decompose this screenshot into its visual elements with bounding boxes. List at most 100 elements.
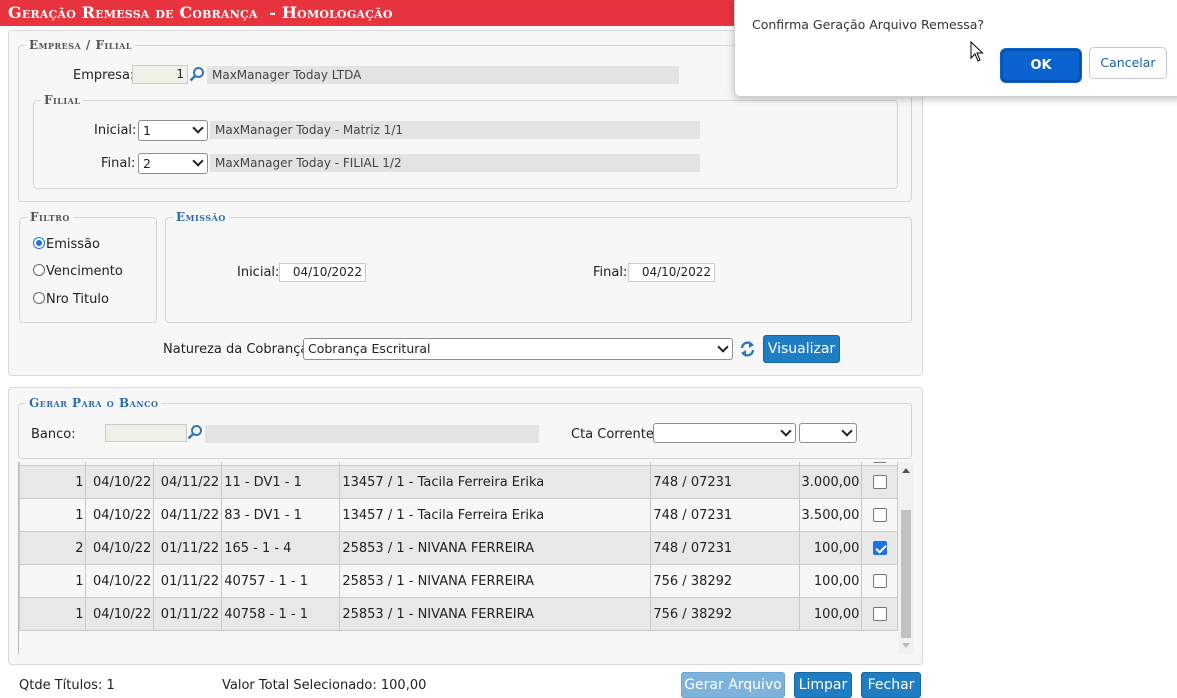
radio-emissao-label: Emissão [46, 237, 100, 252]
cell-titulo: 11 - DV1 - 1 [221, 465, 341, 499]
cell-cliente: 13457 / 1 - Tacila Ferreira Erika [339, 465, 652, 499]
cell-conta: 748 / 07231 [650, 531, 800, 565]
cell-valor: 100,00 [798, 531, 863, 565]
qtde-titulos-label: Qtde Títulos: 1 [19, 678, 115, 693]
cell-select [861, 531, 898, 565]
cell-select [861, 465, 898, 499]
scroll-up-arrow-icon[interactable] [902, 468, 910, 473]
filtro-legend: Filtro [30, 210, 70, 224]
banco-legend: Gerar Para o Banco [29, 396, 159, 410]
empresa-code-input[interactable]: 1 [132, 65, 188, 84]
ok-button[interactable]: OK [1001, 49, 1081, 82]
radio-emissao[interactable]: Emissão [33, 237, 100, 252]
cell-venc: 04/11/22 [153, 465, 223, 499]
table-row[interactable]: 2 04/10/22 01/11/22 165 - 1 - 4 25853 / 1 - … [19, 531, 898, 565]
cell-valor: 3.500,00 [798, 498, 863, 532]
mouse-pointer-icon [970, 41, 984, 62]
cell-cliente: 25853 / 1 - NIVANA FERREIRA [339, 531, 652, 565]
empresa-name-display: MaxManager Today LTDA [207, 66, 679, 84]
radio-nro-titulo-label: Nro Titulo [46, 292, 109, 307]
cell-valor: 3.000,00 [798, 465, 863, 499]
row-select-checkbox[interactable] [872, 607, 887, 621]
cell-select [861, 498, 898, 532]
natureza-select[interactable]: Cobrança Escritural [303, 338, 733, 360]
emissao-inicial-label: Inicial: [237, 265, 280, 280]
cell-qtd: 1 [19, 597, 87, 631]
filial-inicial-label: Inicial: [94, 123, 137, 138]
cell-titulo: 83 - DV1 - 1 [221, 498, 341, 532]
cell-emissao: 04/10/22 [85, 564, 155, 598]
cell-venc: 01/11/22 [153, 597, 223, 631]
table-row[interactable]: 1 04/10/22 04/11/22 11 - DV1 - 1 13457 / 1 -… [19, 465, 898, 499]
empresa-label: Empresa: [73, 68, 135, 83]
cta-corrente-select[interactable] [653, 423, 796, 443]
cell-qtd: 1 [19, 498, 87, 532]
chevron-down-icon [717, 341, 729, 353]
emissao-legend: Emissão [176, 210, 226, 224]
cell-qtd: 1 [19, 564, 87, 598]
titulos-table-body: 104/10/2204/11/2210 - DV1 - 113457 / 1 -… [19, 462, 898, 631]
table-row[interactable]: 1 04/10/22 04/11/22 83 - DV1 - 1 13457 / 1 -… [19, 498, 898, 532]
emissao-final-input[interactable]: 04/10/2022 [628, 263, 715, 282]
banco-search-icon[interactable] [187, 424, 203, 440]
limpar-button[interactable]: Limpar [794, 672, 852, 698]
empresa-search-icon[interactable] [189, 66, 205, 82]
confirm-message: Confirma Geração Arquivo Remessa? [752, 17, 985, 32]
cell-cliente: 25853 / 1 - NIVANA FERREIRA [339, 564, 652, 598]
row-select-checkbox[interactable] [872, 574, 887, 588]
filial-final-label: Final: [101, 156, 136, 171]
banco-label: Banco: [31, 427, 76, 442]
cell-conta: 756 / 38292 [650, 564, 800, 598]
cell-titulo: 40757 - 1 - 1 [221, 564, 341, 598]
radio-emissao-indicator[interactable] [33, 237, 45, 249]
titulos-grid[interactable]: 104/10/2204/11/2210 - DV1 - 113457 / 1 -… [18, 462, 898, 654]
gerar-arquivo-button[interactable]: Gerar Arquivo [681, 672, 785, 698]
cta-corrente-digit-select[interactable] [799, 423, 857, 443]
row-select-checkbox[interactable] [872, 541, 887, 555]
cell-qtd: 1 [19, 465, 87, 499]
banco-code-input[interactable] [105, 424, 187, 442]
chevron-down-icon [192, 155, 204, 167]
scroll-thumb[interactable] [901, 510, 911, 638]
filial-inicial-value: 1 [143, 123, 151, 138]
radio-vencimento-label: Vencimento [46, 264, 123, 279]
table-row[interactable]: 1 04/10/22 01/11/22 40758 - 1 - 1 25853 / 1 … [19, 597, 898, 631]
cell-titulo: 165 - 1 - 4 [221, 531, 341, 565]
cell-cliente: 25853 / 1 - NIVANA FERREIRA [339, 597, 652, 631]
banco-name-display [205, 425, 539, 443]
emissao-inicial-input[interactable]: 04/10/2022 [279, 263, 366, 282]
filial-inicial-select[interactable]: 1 [138, 120, 208, 141]
cancel-button[interactable]: Cancelar [1089, 47, 1167, 79]
refresh-icon[interactable] [739, 339, 756, 359]
titulos-table: 104/10/2204/11/2210 - DV1 - 113457 / 1 -… [19, 462, 898, 631]
cell-emissao: 04/10/22 [85, 597, 155, 631]
cell-titulo: 40758 - 1 - 1 [221, 597, 341, 631]
radio-vencimento-indicator[interactable] [33, 264, 45, 276]
cell-select [861, 564, 898, 598]
scroll-down-arrow-icon[interactable] [902, 643, 910, 648]
table-row[interactable]: 1 04/10/22 01/11/22 40757 - 1 - 1 25853 / 1 … [19, 564, 898, 598]
cell-select [861, 597, 898, 631]
visualizar-button[interactable]: Visualizar [763, 335, 840, 363]
page-title: Geração Remessa de Cobrança - Homologaçã… [8, 3, 393, 22]
chevron-down-icon [192, 122, 204, 134]
row-select-checkbox[interactable] [872, 462, 887, 463]
row-select-checkbox[interactable] [872, 508, 887, 522]
radio-vencimento[interactable]: Vencimento [33, 264, 123, 279]
valor-total-label: Valor Total Selecionado: 100,00 [222, 678, 427, 693]
row-select-checkbox[interactable] [872, 475, 887, 489]
radio-nro-titulo[interactable]: Nro Titulo [33, 292, 109, 307]
filial-fieldset: Filial [33, 93, 898, 189]
grid-scrollbar[interactable] [898, 462, 914, 654]
filial-final-select[interactable]: 2 [138, 153, 208, 174]
natureza-label: Natureza da Cobrança: [163, 342, 313, 357]
cta-corrente-label: Cta Corrente: [571, 427, 659, 442]
cell-conta: 748 / 07231 [650, 498, 800, 532]
confirm-dialog: Confirma Geração Arquivo Remessa? OK Can… [734, 0, 1177, 97]
chevron-down-icon [841, 425, 853, 437]
filial-final-value: 2 [143, 156, 151, 171]
cell-valor: 100,00 [798, 597, 863, 631]
radio-nro-titulo-indicator[interactable] [33, 292, 45, 304]
fechar-button[interactable]: Fechar [861, 672, 921, 698]
filial-final-name: MaxManager Today - FILIAL 1/2 [210, 154, 700, 172]
